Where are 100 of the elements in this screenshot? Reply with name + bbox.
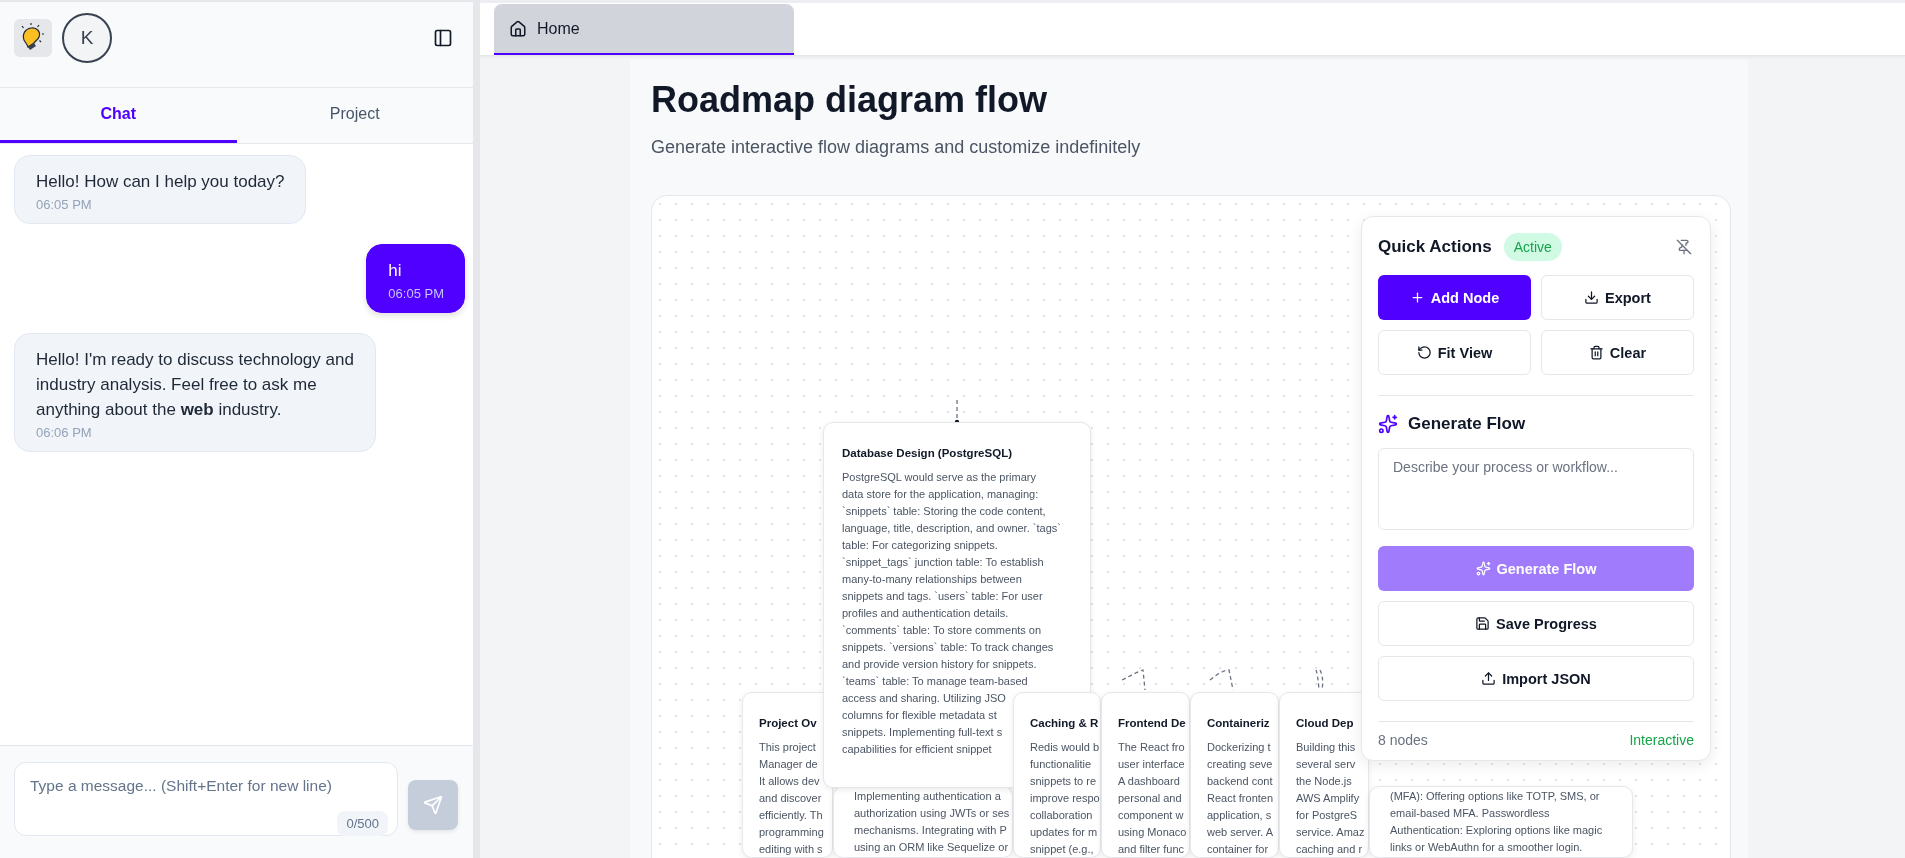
node-text: Authentication: Exploring options like magic [1390,823,1603,838]
node-text: using an ORM like Sequelize or [854,840,1009,855]
node-text: language, title, description, and owner. `tags` [842,521,1061,536]
node-text: links or WebAuthn for a smoother login. [1390,840,1583,855]
node-text: snippets. Implementing full-text s [842,725,1003,740]
node-text: personal and [1118,791,1182,806]
sparkles-icon [1475,561,1491,576]
node-text: `comments` table: To store comments on [842,623,1042,638]
message-text: hi [388,260,403,282]
node-text: It allows dev [759,774,820,789]
node-text: many-to-many relationships between [842,572,1022,587]
node-text: capabilities for efficient snippet [842,742,992,757]
plus-icon [1409,290,1425,305]
flow-node[interactable]: Cloud Dep Building this several serv the Node.js AWS Amplify for PostgreS service. Amaz caching and r [1279,692,1369,858]
node-text: (MFA): Offering options like TOTP, SMS, or [1390,789,1600,804]
flow-node[interactable]: Implementing authentication a authorization using JWTs or ses mechanisms. Integrating with P using an ORM like Sequelize or [833,786,1013,858]
status-badge: Active [1503,233,1562,261]
sidebar-tab[interactable]: Project [236,88,473,143]
node-text: backend cont [1207,774,1273,789]
node-count: 8 nodes [1378,732,1428,748]
flow-node[interactable]: Containeriz Dockerizing t creating seve backend cont React fronten application, s web server. A container for [1190,692,1279,858]
node-text: profiles and authentication details. [842,606,1009,621]
message-text: Hello! How can I help you today? [36,171,285,193]
node-text: access and sharing. Utilizing JSO [842,691,1006,706]
node-text: using Monaco [1118,825,1187,840]
action-button[interactable]: Add Node [1378,275,1531,320]
node-title: Frontend De [1118,716,1186,731]
node-text: updates for m [1030,825,1098,840]
page-title: Roadmap diagram flow [651,78,1049,122]
flow-node[interactable]: Project Ov This project Manager de It allows dev and discover efficiently. Th programming editing with s [742,692,833,858]
node-text: AWS Amplify [1296,791,1360,806]
home-icon [509,19,527,38]
node-text: The React fro [1118,740,1185,755]
status-text: Interactive [1629,732,1694,748]
node-title: Project Ov [759,716,817,731]
trash-icon [1588,345,1604,360]
message-time: 06:05 PM [36,197,93,212]
node-text: programming [759,825,824,840]
rotate-icon [1416,345,1432,360]
node-text: snippets and tags. `users` table: For user [842,589,1043,604]
message-time: 06:05 PM [388,286,444,301]
action-button[interactable]: Fit View [1378,330,1531,375]
node-text: Manager de [759,757,818,772]
upload-icon [1481,671,1497,686]
node-text: service. Amaz [1296,825,1365,840]
action-button[interactable]: Save Progress [1378,601,1694,646]
node-text: table: For categorizing snippets. [842,538,998,553]
node-text: and discover [759,791,822,806]
node-text: `teams` table: To manage team-based [842,674,1028,689]
node-text: email-based MFA. Passwordless [1390,806,1550,821]
node-text: user interface [1118,757,1185,772]
node-text: application, s [1207,808,1272,823]
node-text: several serv [1296,757,1356,772]
node-text: editing with s [759,842,823,857]
message-time: 06:06 PM [36,425,93,440]
node-text: `snippet_tags` junction table: To establish [842,555,1044,570]
node-text: web server. A [1207,825,1274,840]
node-text: creating seve [1207,757,1273,772]
action-button[interactable]: Import JSON [1378,656,1694,701]
node-text: Dockerizing t [1207,740,1271,755]
flow-node[interactable]: Frontend De The React fro user interface A dashboard personal and component w using Monaco and filter func [1101,692,1190,858]
download-icon [1584,290,1600,305]
node-title: Containeriz [1207,716,1270,731]
node-text: and provide version history for snippets. [842,657,1037,672]
node-text: Implementing authentication a [854,789,1001,804]
panel-title: Quick Actions [1378,237,1492,257]
node-text: `snippets` table: Storing the code content, [842,504,1046,519]
node-text: snippets. `versions` table: To track changes [842,640,1054,655]
node-text: Redis would b [1030,740,1100,755]
node-text: authorization using JWTs or ses [854,806,1010,821]
node-text: component w [1118,808,1184,823]
lightbulb-icon [21,21,45,50]
connector-line [956,399,958,421]
page-subtitle: Generate interactive flow diagrams and customize indefinitely [651,136,1142,158]
user-avatar[interactable]: K [62,12,112,63]
node-text: snippets to re [1030,774,1097,789]
node-text: efficiently. Th [759,808,823,823]
send-icon [423,795,443,815]
node-title: Cloud Dep [1296,716,1354,731]
flow-node[interactable]: (MFA): Offering options like TOTP, SMS, or email-based MFA. Passwordless Authentication: Exploring options like magic links or WebAuthn for a smoother login. [1369,786,1633,858]
node-text: functionalitie [1030,757,1092,772]
node-text: for PostgreS [1296,808,1358,823]
flow-node[interactable]: Caching & R Redis would b functionalitie snippets to re improve respo collaboration updates for m snippet (e.g., [1013,692,1101,858]
node-text: the Node.js [1296,774,1352,789]
node-text: improve respo [1030,791,1100,806]
action-button[interactable]: Clear [1541,330,1694,375]
save-icon [1475,616,1491,631]
workflow-input[interactable]: Describe your process or workflow... [1378,448,1694,530]
sparkles-icon [1378,414,1398,434]
node-text: snippet (e.g., [1030,842,1094,857]
node-text: A dashboard [1118,774,1180,789]
character-count: 0/500 [337,811,388,836]
node-title: Database Design (PostgreSQL) [842,446,1012,461]
unpin-icon[interactable] [1674,237,1694,257]
action-button[interactable]: Export [1541,275,1694,320]
page-tab[interactable]: Home [494,4,794,55]
sidebar-tab[interactable]: Chat [0,88,237,143]
node-text: data store for the application, managing: [842,487,1039,502]
node-text: mechanisms. Integrating with P [854,823,1007,838]
section-title: Generate Flow [1408,414,1526,434]
